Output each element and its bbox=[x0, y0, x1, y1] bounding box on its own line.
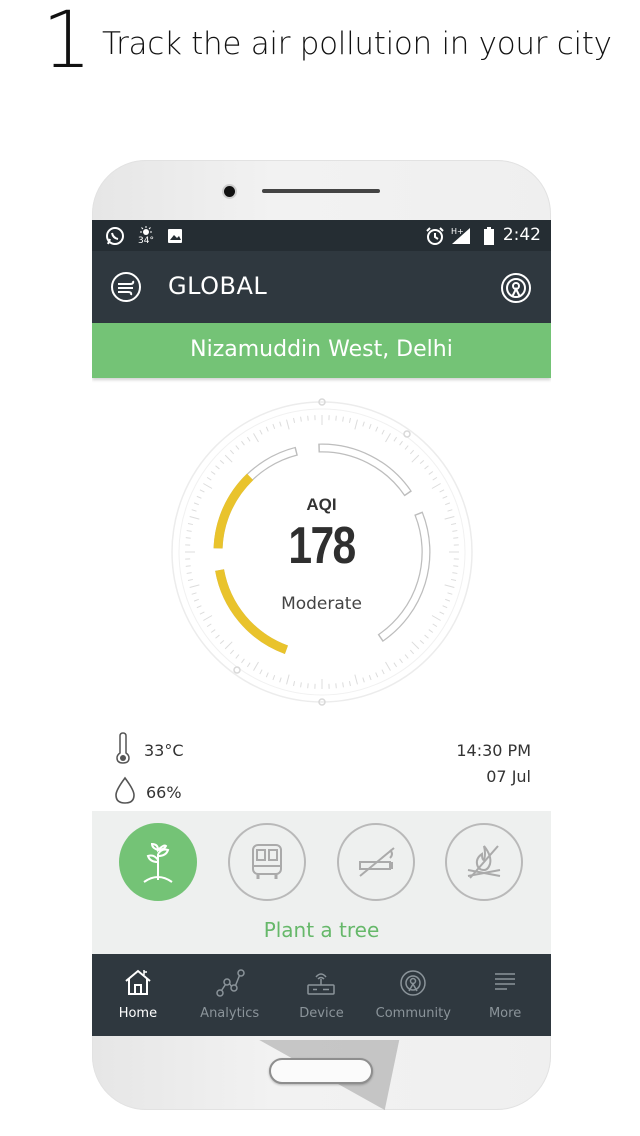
humidity-drop-icon bbox=[114, 776, 136, 808]
nav-home[interactable]: Home bbox=[92, 954, 184, 1036]
whatsapp-icon bbox=[104, 226, 126, 246]
nav-analytics-label: Analytics bbox=[200, 1006, 260, 1021]
nav-more-label: More bbox=[488, 1006, 522, 1021]
location-name: Nizamuddin West, Delhi bbox=[190, 337, 453, 362]
weather-temp-badge: 34° bbox=[138, 236, 154, 246]
caption-title: Track the air pollution in your city bbox=[102, 26, 612, 62]
location-bar[interactable]: Nizamuddin West, Delhi bbox=[92, 323, 551, 378]
nav-more[interactable]: More bbox=[459, 954, 551, 1036]
no-burning-icon bbox=[467, 845, 501, 879]
home-icon bbox=[125, 969, 151, 995]
nav-analytics[interactable]: Analytics bbox=[184, 954, 276, 1036]
more-icon bbox=[495, 973, 516, 990]
phone-frame: 34° H+ 2:42 GLOBAL Nizamuddin West, Delh… bbox=[92, 160, 551, 1110]
signal-icon: H+ bbox=[450, 226, 474, 246]
battery-icon bbox=[482, 226, 496, 246]
reading-date: 07 Jul bbox=[486, 767, 531, 786]
reading-time: 14:30 PM bbox=[456, 741, 531, 760]
wind-logo-icon[interactable] bbox=[110, 271, 142, 303]
app-screen: 34° H+ 2:42 GLOBAL Nizamuddin West, Delh… bbox=[92, 220, 551, 1036]
gallery-icon bbox=[166, 226, 184, 246]
front-camera bbox=[224, 186, 235, 197]
app-title: GLOBAL bbox=[168, 272, 268, 300]
step-number: 1 bbox=[42, 0, 92, 86]
humidity-row: 66% bbox=[114, 776, 182, 808]
tip-no-smoking[interactable] bbox=[337, 823, 415, 901]
app-bar: GLOBAL bbox=[92, 251, 551, 323]
alarm-icon bbox=[424, 226, 446, 246]
earpiece-speaker bbox=[262, 189, 380, 193]
tip-no-burning[interactable] bbox=[445, 823, 523, 901]
temperature-value: 33°C bbox=[144, 740, 184, 760]
tip-public-transport[interactable] bbox=[228, 823, 306, 901]
aqi-label: AQI bbox=[306, 495, 337, 514]
status-bar: 34° H+ 2:42 bbox=[92, 220, 551, 251]
temperature-row: 33°C bbox=[116, 732, 184, 768]
device-icon bbox=[307, 973, 336, 995]
community-icon bbox=[400, 970, 427, 996]
nav-community[interactable]: Community bbox=[367, 954, 459, 1036]
nav-community-label: Community bbox=[375, 1006, 451, 1021]
nav-home-label: Home bbox=[118, 1006, 158, 1021]
network-type-label: H+ bbox=[451, 227, 464, 236]
humidity-value: 66% bbox=[146, 782, 182, 802]
bus-icon bbox=[252, 844, 282, 879]
nav-device-label: Device bbox=[299, 1006, 344, 1021]
status-time: 2:42 bbox=[502, 225, 541, 245]
bottom-nav: Home Analytics Device Community More bbox=[92, 954, 551, 1036]
aqi-status: Moderate bbox=[281, 594, 362, 614]
no-smoking-icon bbox=[359, 847, 395, 877]
plant-icon bbox=[143, 842, 173, 883]
aqi-value: 178 bbox=[288, 517, 356, 575]
gauge-marker-left bbox=[233, 666, 241, 674]
broadcast-icon[interactable] bbox=[499, 271, 533, 305]
weather-status-icon: 34° bbox=[136, 226, 156, 246]
analytics-icon bbox=[215, 969, 245, 997]
gauge-marker-right bbox=[403, 430, 411, 438]
tip-label: Plant a tree bbox=[263, 918, 380, 942]
tip-plant-tree[interactable] bbox=[119, 823, 197, 901]
nav-device[interactable]: Device bbox=[276, 954, 368, 1036]
thermometer-icon bbox=[116, 732, 130, 768]
tips-panel: Plant a tree bbox=[92, 811, 551, 956]
home-hardware-button[interactable] bbox=[269, 1058, 373, 1084]
